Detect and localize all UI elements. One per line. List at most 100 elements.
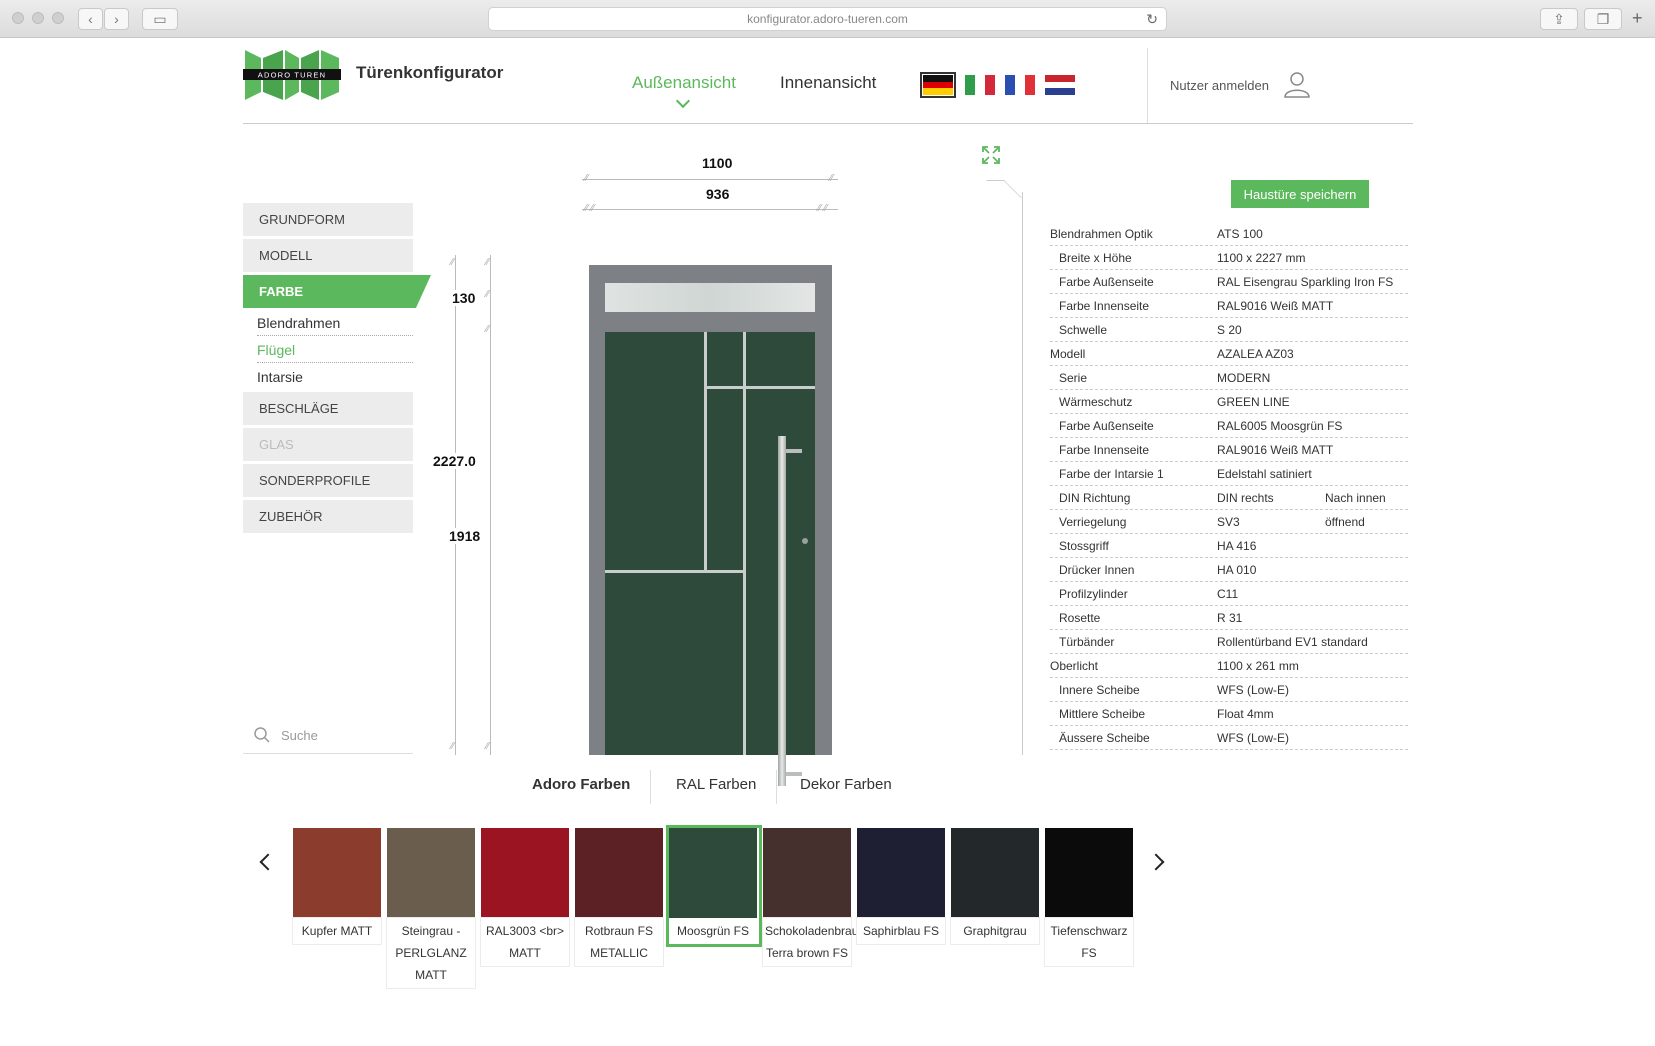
spec-value: MODERN [1217, 371, 1271, 385]
spec-value: DIN rechts [1217, 491, 1274, 505]
tab-adoro-farben[interactable]: Adoro Farben [532, 776, 630, 793]
header-divider [1147, 48, 1148, 124]
spec-key: Breite x Höhe [1059, 251, 1132, 265]
panel-border [1022, 192, 1023, 755]
spec-row: Blendrahmen Optik ATS 100 [1050, 222, 1408, 246]
door-inlay [743, 332, 746, 755]
color-swatch[interactable]: Kupfer MATT [293, 828, 383, 944]
spec-key: Äussere Scheibe [1059, 731, 1150, 745]
width-line-inner [582, 209, 838, 210]
chevron-right-icon: › [114, 11, 119, 27]
spec-value: HA 010 [1217, 563, 1257, 577]
tabs-overview-button[interactable]: ❐ [1584, 8, 1622, 30]
address-bar[interactable]: konfigurator.adoro-tueren.com ↻ [488, 7, 1167, 31]
new-tab-button[interactable]: + [1632, 8, 1643, 29]
fullscreen-icon[interactable] [982, 146, 1000, 164]
tick-mark: ⁄⁄ ⁄⁄ [585, 203, 595, 214]
color-swatch[interactable]: Rotbraun FS METALLIC [575, 828, 665, 966]
color-swatch[interactable]: Graphitgrau [951, 828, 1041, 944]
swatch-color [481, 828, 569, 918]
spec-value: 1100 x 261 mm [1217, 659, 1299, 673]
swatch-label: Graphitgrau [951, 918, 1039, 944]
menu-farbe[interactable]: FARBE [243, 275, 431, 308]
spec-row: Oberlicht 1100 x 261 mm [1050, 654, 1408, 678]
reload-icon[interactable]: ↻ [1146, 11, 1158, 27]
color-swatch[interactable]: Tiefenschwarz FS [1045, 828, 1135, 966]
swatch-prev-arrow[interactable] [259, 853, 277, 871]
submenu-blendrahmen[interactable]: Blendrahmen [257, 310, 413, 336]
spec-key: Farbe Außenseite [1059, 419, 1154, 433]
color-swatch[interactable]: Saphirblau FS [857, 828, 947, 944]
flag-de-button[interactable] [920, 72, 956, 98]
menu-zubehoer[interactable]: ZUBEHÖR [243, 500, 413, 533]
menu-modell[interactable]: MODELL [243, 239, 413, 272]
flag-nl-button[interactable] [1045, 75, 1075, 96]
login-link[interactable]: Nutzer anmelden [1170, 78, 1269, 93]
save-door-button[interactable]: Haustüre speichern [1231, 180, 1369, 208]
menu-glas[interactable]: GLAS [243, 428, 413, 461]
adoro-logo[interactable]: ADORO TUREN [243, 48, 341, 102]
swatch-next-arrow[interactable] [1147, 853, 1165, 871]
dim-leaf-height: 1918 [446, 528, 484, 544]
spec-key: Farbe Innenseite [1059, 443, 1150, 457]
submenu-intarsie[interactable]: Intarsie [257, 364, 413, 390]
share-icon: ⇪ [1553, 11, 1565, 27]
spec-row: DIN Richtung DIN rechts Nach innen öffnend [1050, 486, 1408, 529]
tab-innenansicht[interactable]: Innenansicht [780, 73, 876, 93]
spec-table: Blendrahmen Optik ATS 100 Breite x Höhe 110… [1050, 222, 1408, 750]
search-input[interactable] [281, 724, 406, 746]
tick-mark: ⁄⁄ [486, 289, 490, 300]
dim-outer-width: 1100 [699, 155, 736, 171]
zoom-window-button[interactable] [52, 12, 64, 24]
color-swatch[interactable]: Steingrau - PERLGLANZ MATT [387, 828, 477, 988]
tick-mark: ⁄⁄ [451, 257, 455, 268]
swatch-label: Schokoladenbraun Terra brown FS [763, 918, 865, 966]
spec-key: Profilzylinder [1059, 587, 1128, 601]
spec-key: Stossgriff [1059, 539, 1109, 553]
menu-grundform[interactable]: GRUNDFORM [243, 203, 413, 236]
tab-ral-farben[interactable]: RAL Farben [676, 776, 756, 793]
spec-value: WFS (Low-E) [1217, 683, 1289, 697]
sidebar-toggle-button[interactable]: ▭ [142, 8, 178, 30]
close-window-button[interactable] [12, 12, 24, 24]
spec-key: Mittlere Scheibe [1059, 707, 1146, 721]
spec-row: Äussere Scheibe WFS (Low-E) [1050, 726, 1408, 750]
spec-row: Farbe der Intarsie 1 Edelstahl satiniert [1050, 462, 1408, 486]
color-swatch[interactable]: Moosgrün FS [666, 825, 762, 947]
spec-value: RAL9016 Weiß MATT [1217, 299, 1334, 313]
spec-key: Farbe Außenseite [1059, 275, 1154, 289]
tab-dekor-farben[interactable]: Dekor Farben [800, 776, 892, 793]
spec-value: Rollentürband EV1 standard [1217, 635, 1368, 649]
tab-aussenansicht[interactable]: Außenansicht [632, 73, 736, 93]
menu-sonderprofile[interactable]: SONDERPROFILE [243, 464, 413, 497]
minimize-window-button[interactable] [32, 12, 44, 24]
tick-mark: ⁄⁄ [486, 257, 490, 268]
swatch-color [293, 828, 381, 918]
menu-beschlaege[interactable]: BESCHLÄGE [243, 392, 413, 425]
back-button[interactable]: ‹ [78, 8, 103, 30]
spec-value: Float 4mm [1217, 707, 1274, 721]
flag-fr-button[interactable] [1005, 75, 1035, 95]
spec-row: Farbe Außenseite RAL6005 Moosgrün FS [1050, 414, 1408, 438]
submenu-fluegel[interactable]: Flügel [257, 337, 413, 363]
url-text: konfigurator.adoro-tueren.com [747, 12, 908, 26]
door-leaf [605, 332, 815, 786]
spec-key: Schwelle [1059, 323, 1108, 337]
flag-it-button[interactable] [965, 75, 995, 95]
spec-value: AZALEA AZ03 [1217, 347, 1294, 361]
swatch-label: Tiefenschwarz FS [1045, 918, 1133, 966]
tab-separator [650, 770, 651, 804]
forward-button[interactable]: › [104, 8, 129, 30]
spec-key: Türbänder [1059, 635, 1115, 649]
swatch-color [951, 828, 1039, 918]
user-icon[interactable] [1283, 70, 1311, 98]
color-swatch[interactable]: RAL3003 <br> MATT [481, 828, 571, 966]
spec-value: SV3 [1217, 515, 1240, 529]
spec-row: Mittlere Scheibe Float 4mm [1050, 702, 1408, 726]
spec-key: Farbe Innenseite [1059, 299, 1150, 313]
spec-key: Blendrahmen Optik [1050, 227, 1153, 241]
tick-mark: ⁄⁄ ⁄⁄ [818, 203, 828, 214]
color-swatch[interactable]: Schokoladenbraun Terra brown FS [763, 828, 865, 966]
spec-value: C11 [1217, 587, 1239, 601]
share-button[interactable]: ⇪ [1540, 8, 1578, 30]
